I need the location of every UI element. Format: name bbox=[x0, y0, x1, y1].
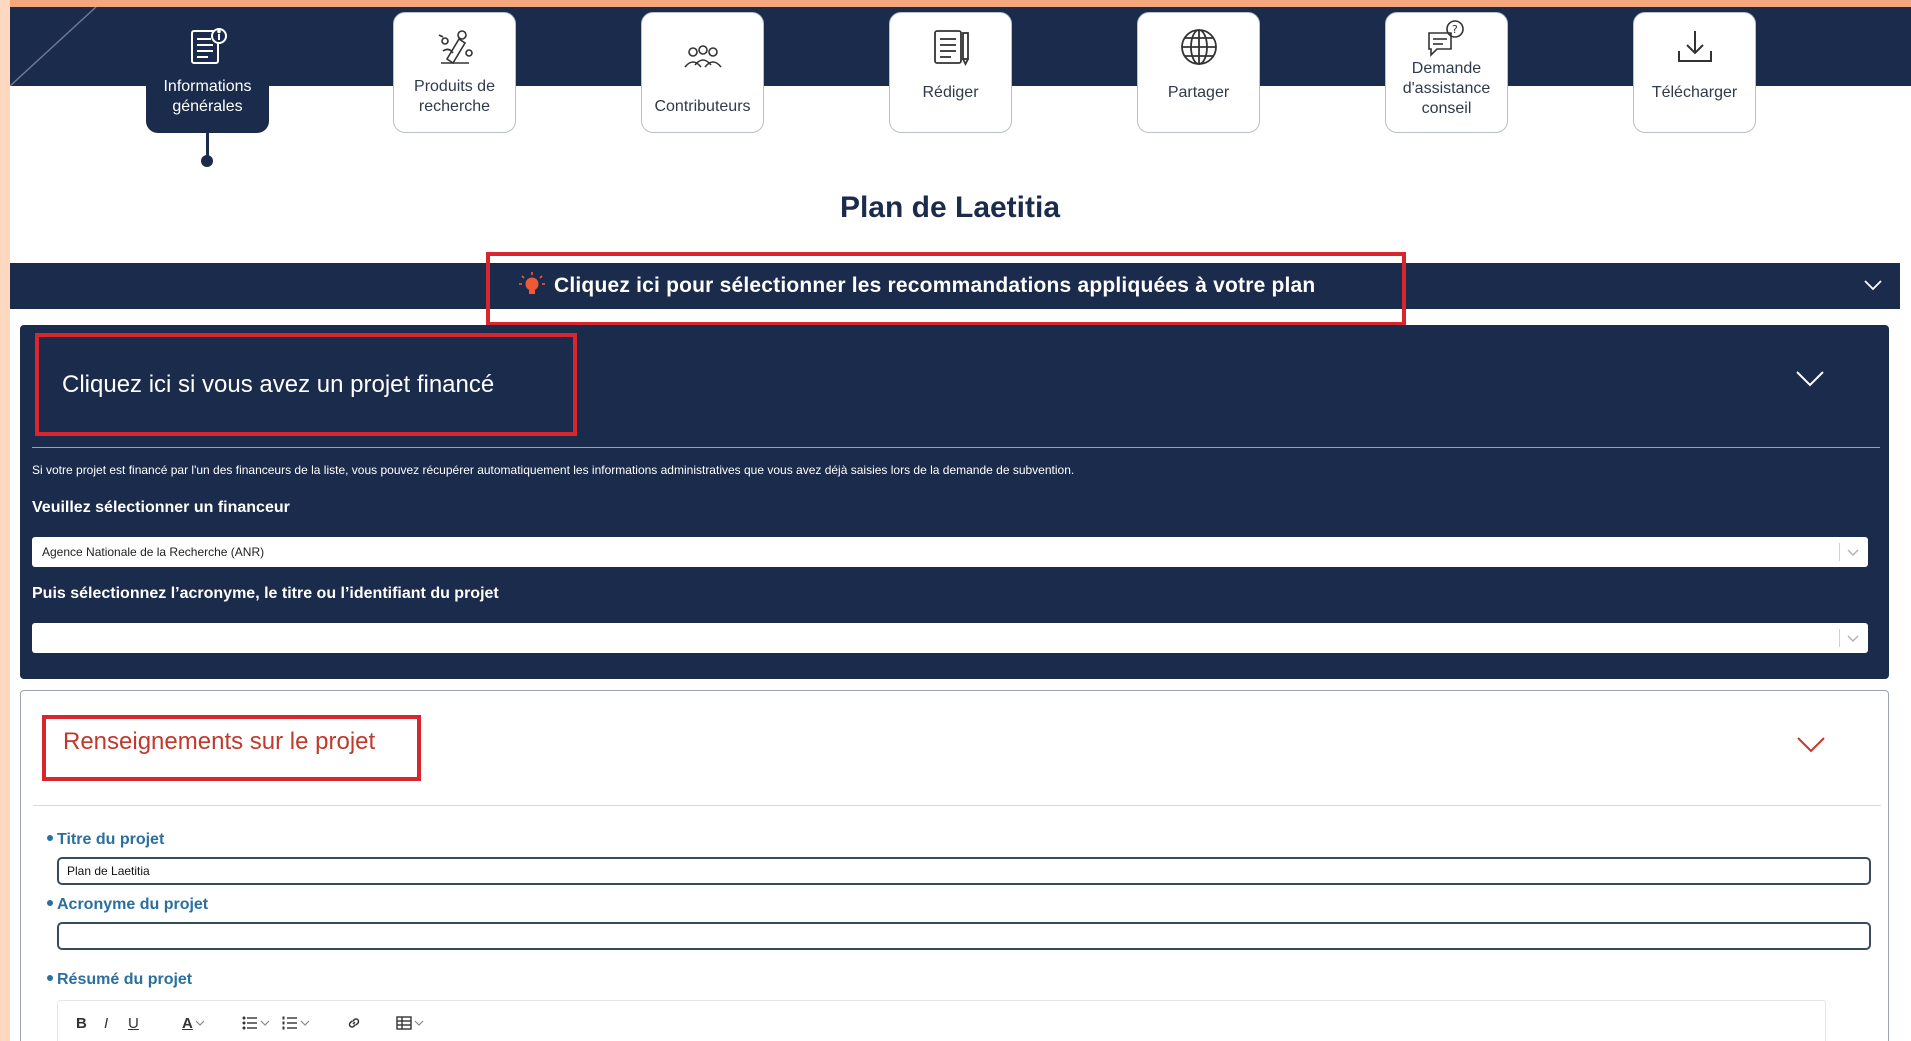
required-bullet bbox=[47, 899, 53, 906]
select-separator bbox=[1839, 629, 1840, 647]
active-step-indicator bbox=[206, 133, 209, 157]
link-button[interactable] bbox=[346, 1013, 362, 1033]
chevron-down-icon bbox=[260, 1020, 270, 1026]
link-icon bbox=[348, 1018, 360, 1028]
bold-button[interactable]: B bbox=[76, 1013, 87, 1033]
funder-select-value: Agence Nationale de la Recherche (ANR) bbox=[42, 545, 265, 559]
svg-text:?: ? bbox=[1452, 23, 1458, 36]
research-products-icon bbox=[431, 23, 479, 71]
underline-button[interactable]: U bbox=[128, 1013, 139, 1033]
document-info-icon bbox=[184, 23, 232, 71]
project-identifier-select[interactable] bbox=[32, 623, 1868, 653]
project-acronym-label: Acronyme du projet bbox=[47, 896, 208, 914]
numbered-list-icon bbox=[282, 1016, 297, 1030]
required-bullet bbox=[47, 834, 53, 841]
chevron-down-icon[interactable] bbox=[1862, 274, 1884, 296]
step-telecharger[interactable]: Télécharger bbox=[1633, 12, 1756, 133]
project-identifier-label: Puis sélectionnez l’acronyme, le titre o… bbox=[32, 585, 499, 602]
select-separator bbox=[1839, 543, 1840, 561]
step-rediger[interactable]: Rédiger bbox=[889, 12, 1012, 133]
write-icon bbox=[927, 23, 975, 71]
recommendations-label: Cliquez ici pour sélectionner les recomm… bbox=[554, 274, 1316, 297]
funded-project-title[interactable]: Cliquez ici si vous avez un projet finan… bbox=[62, 371, 494, 399]
field-label-text: Titre du projet bbox=[57, 831, 165, 848]
project-summary-label: Résumé du projet bbox=[47, 971, 192, 989]
globe-share-icon bbox=[1175, 23, 1223, 71]
page: Informations générales Produits de reche… bbox=[10, 7, 1911, 1041]
step-informations-generales[interactable]: Informations générales bbox=[146, 12, 269, 133]
field-label-text: Résumé du projet bbox=[57, 971, 193, 988]
header-decoration bbox=[10, 7, 97, 86]
chevron-down-icon bbox=[414, 1020, 424, 1026]
chevron-down-icon[interactable] bbox=[1794, 365, 1826, 391]
divider bbox=[33, 805, 1881, 806]
lightbulb-icon bbox=[518, 271, 546, 299]
project-title-input[interactable] bbox=[57, 857, 1871, 885]
assistance-request-icon: ? bbox=[1423, 19, 1471, 59]
bullet-list-icon bbox=[242, 1016, 257, 1030]
step-partager[interactable]: Partager bbox=[1137, 12, 1260, 133]
recommendations-bar[interactable]: Cliquez ici pour sélectionner les recomm… bbox=[10, 252, 1900, 326]
step-demande-assistance[interactable]: ? Demande d'assistance conseil bbox=[1385, 12, 1508, 133]
project-section-title[interactable]: Renseignements sur le projet bbox=[63, 728, 375, 756]
frame-left bbox=[0, 0, 10, 1041]
download-icon bbox=[1671, 23, 1719, 71]
contributors-icon bbox=[679, 35, 727, 83]
divider bbox=[32, 447, 1880, 448]
step-label: Rédiger bbox=[922, 84, 979, 101]
step-label: Contributeurs bbox=[654, 98, 751, 115]
step-label: Partager bbox=[1167, 84, 1230, 101]
bullet-list-button[interactable] bbox=[242, 1013, 270, 1033]
step-label: Informations générales bbox=[163, 78, 252, 115]
step-contributeurs[interactable]: Contributeurs bbox=[641, 12, 764, 133]
required-bullet bbox=[47, 974, 53, 981]
step-produits-de-recherche[interactable]: Produits de recherche bbox=[393, 12, 516, 133]
step-label: Télécharger bbox=[1651, 84, 1738, 101]
numbered-list-button[interactable] bbox=[282, 1013, 310, 1033]
chevron-down-icon bbox=[195, 1020, 205, 1026]
rich-text-toolbar: B I U A bbox=[57, 1000, 1826, 1041]
project-acronym-input[interactable] bbox=[57, 922, 1871, 950]
table-icon bbox=[396, 1016, 412, 1030]
italic-button[interactable]: I bbox=[104, 1013, 108, 1033]
step-label: Produits de recherche bbox=[414, 78, 495, 115]
funded-description: Si votre projet est financé par l'un des… bbox=[32, 463, 1075, 477]
chevron-down-icon[interactable] bbox=[1846, 545, 1860, 559]
field-label-text: Acronyme du projet bbox=[57, 896, 209, 913]
chevron-down-icon[interactable] bbox=[1795, 731, 1827, 757]
funder-select[interactable]: Agence Nationale de la Recherche (ANR) bbox=[32, 537, 1868, 567]
font-color-glyph: A bbox=[182, 1014, 193, 1032]
active-step-dot bbox=[201, 155, 213, 167]
frame-top bbox=[0, 0, 1911, 7]
funded-project-panel: Cliquez ici si vous avez un projet finan… bbox=[20, 325, 1889, 679]
chevron-down-icon[interactable] bbox=[1846, 631, 1860, 645]
step-label: Demande d'assistance conseil bbox=[1402, 60, 1491, 117]
font-color-button[interactable]: A bbox=[182, 1013, 205, 1033]
table-button[interactable] bbox=[396, 1013, 424, 1033]
chevron-down-icon bbox=[300, 1020, 310, 1026]
funder-label: Veuillez sélectionner un financeur bbox=[32, 499, 290, 516]
project-info-panel: Renseignements sur le projet Titre du pr… bbox=[20, 690, 1889, 1041]
project-title-label: Titre du projet bbox=[47, 831, 164, 849]
plan-title: Plan de Laetitia bbox=[839, 191, 1061, 224]
